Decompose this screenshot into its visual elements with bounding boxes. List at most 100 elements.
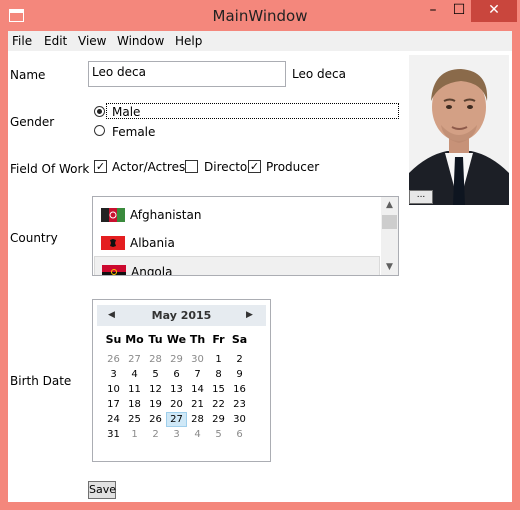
calendar-day[interactable]: 23 (229, 397, 250, 412)
title-bar[interactable]: MainWindow – ☐ ✕ (0, 0, 520, 32)
calendar-day[interactable]: 24 (103, 412, 124, 427)
country-scrollbar[interactable]: ▲ ▼ (381, 197, 398, 275)
calendar-day[interactable]: 28 (145, 352, 166, 367)
calendar-day[interactable]: 17 (103, 397, 124, 412)
calendar-day[interactable]: 22 (208, 397, 229, 412)
calendar-dow: Th (189, 333, 206, 346)
calendar-day[interactable]: 12 (145, 382, 166, 397)
female-label[interactable]: Female (112, 125, 155, 139)
afghanistan-flag-icon (101, 208, 125, 222)
gender-label: Gender (10, 115, 55, 129)
calendar-day[interactable]: 6 (166, 367, 187, 382)
actor-checkbox[interactable]: ✓ (94, 160, 107, 173)
calendar-day[interactable]: 30 (187, 352, 208, 367)
calendar-dow: Mo (125, 333, 144, 346)
check-icon: ✓ (95, 160, 106, 173)
name-echo: Leo deca (292, 67, 346, 81)
producer-label[interactable]: Producer (266, 160, 319, 174)
calendar-dow: Sa (231, 333, 248, 346)
male-label[interactable]: Male (112, 105, 140, 119)
calendar-day[interactable]: 4 (124, 367, 145, 382)
calendar-day[interactable]: 10 (103, 382, 124, 397)
calendar-day[interactable]: 2 (145, 427, 166, 442)
calendar-day[interactable]: 5 (208, 427, 229, 442)
calendar-day[interactable]: 27 (124, 352, 145, 367)
calendar-day[interactable]: 21 (187, 397, 208, 412)
scroll-down-icon[interactable]: ▼ (381, 259, 398, 275)
calendar-day[interactable]: 7 (187, 367, 208, 382)
male-radio[interactable] (94, 106, 105, 117)
calendar-day[interactable]: 20 (166, 397, 187, 412)
albania-flag-icon (101, 236, 125, 250)
calendar-day[interactable]: 9 (229, 367, 250, 382)
calendar-dow: Fr (212, 333, 225, 346)
list-item[interactable]: Afghanistan (94, 200, 380, 228)
calendar-day[interactable]: 28 (187, 412, 208, 427)
calendar-day[interactable]: 25 (124, 412, 145, 427)
profile-photo (409, 55, 509, 205)
list-item[interactable]: Albania (94, 228, 380, 256)
scroll-thumb[interactable] (382, 215, 397, 229)
angola-flag-icon (102, 265, 126, 275)
triangle-right-icon[interactable]: ▶ (246, 310, 253, 320)
calendar-day[interactable]: 26 (103, 352, 124, 367)
director-checkbox[interactable] (185, 160, 198, 173)
maximize-button[interactable]: ☐ (445, 0, 473, 22)
list-item-label: Albania (130, 236, 175, 250)
calendar-day[interactable]: 13 (166, 382, 187, 397)
calendar-day[interactable]: 2 (229, 352, 250, 367)
birth-date-label: Birth Date (10, 374, 72, 388)
calendar-day[interactable]: 30 (229, 412, 250, 427)
calendar-day[interactable]: 3 (166, 427, 187, 442)
calendar-day[interactable]: 15 (208, 382, 229, 397)
scroll-up-icon[interactable]: ▲ (381, 197, 398, 213)
calendar-day[interactable]: 5 (145, 367, 166, 382)
focus-rectangle (106, 103, 399, 119)
main-window: MainWindow – ☐ ✕ File Edit View Window H… (0, 0, 520, 510)
menu-window[interactable]: Window (117, 34, 164, 48)
menu-bar: File Edit View Window Help (8, 31, 512, 51)
calendar-day[interactable]: 18 (124, 397, 145, 412)
calendar-day[interactable]: 4 (187, 427, 208, 442)
producer-checkbox[interactable]: ✓ (248, 160, 261, 173)
calendar-day[interactable]: 26 (145, 412, 166, 427)
director-label[interactable]: Director (204, 160, 252, 174)
calendar-day[interactable]: 31 (103, 427, 124, 442)
calendar-day[interactable]: 29 (166, 352, 187, 367)
calendar-day[interactable]: 8 (208, 367, 229, 382)
calendar-day[interactable]: 3 (103, 367, 124, 382)
actor-label[interactable]: Actor/Actress (112, 160, 191, 174)
birth-date-calendar[interactable]: ◀ May 2015 ▶ Su Mo Tu We Th Fr Sa 26 27 28 29 30 1 2 3… (92, 299, 271, 462)
calendar-dow: We (166, 333, 187, 346)
menu-file[interactable]: File (12, 34, 32, 48)
list-item-label: Afghanistan (130, 208, 202, 222)
calendar-day[interactable]: 6 (229, 427, 250, 442)
calendar-month-title[interactable]: May 2015 (97, 309, 266, 322)
calendar-day[interactable]: 11 (124, 382, 145, 397)
minimize-button[interactable]: – (419, 0, 447, 22)
client-area: File Edit View Window Help Name Leo deca… (8, 31, 512, 502)
female-radio[interactable] (94, 125, 105, 136)
calendar-day[interactable]: 29 (208, 412, 229, 427)
save-button[interactable]: Save (88, 481, 116, 499)
calendar-dow: Tu (148, 333, 163, 346)
name-label: Name (10, 68, 46, 82)
calendar-day[interactable]: 1 (124, 427, 145, 442)
list-item-label: Angola (131, 265, 173, 276)
calendar-day[interactable]: 1 (208, 352, 229, 367)
calendar-header: ◀ May 2015 ▶ (97, 305, 266, 326)
check-icon: ✓ (249, 160, 260, 173)
calendar-day[interactable]: 27 (166, 412, 187, 427)
calendar-day[interactable]: 14 (187, 382, 208, 397)
country-listbox[interactable]: Afghanistan Albania Angola ▲ ▼ (92, 196, 399, 276)
list-item-selected[interactable]: Angola (94, 256, 380, 276)
menu-view[interactable]: View (78, 34, 106, 48)
calendar-day[interactable]: 19 (145, 397, 166, 412)
name-input[interactable]: Leo deca (88, 61, 286, 87)
menu-edit[interactable]: Edit (44, 34, 67, 48)
close-button[interactable]: ✕ (471, 0, 517, 22)
calendar-day[interactable]: 16 (229, 382, 250, 397)
field-of-work-label: Field Of Work (10, 162, 90, 176)
menu-help[interactable]: Help (175, 34, 202, 48)
browse-photo-button[interactable]: ... (409, 190, 433, 204)
